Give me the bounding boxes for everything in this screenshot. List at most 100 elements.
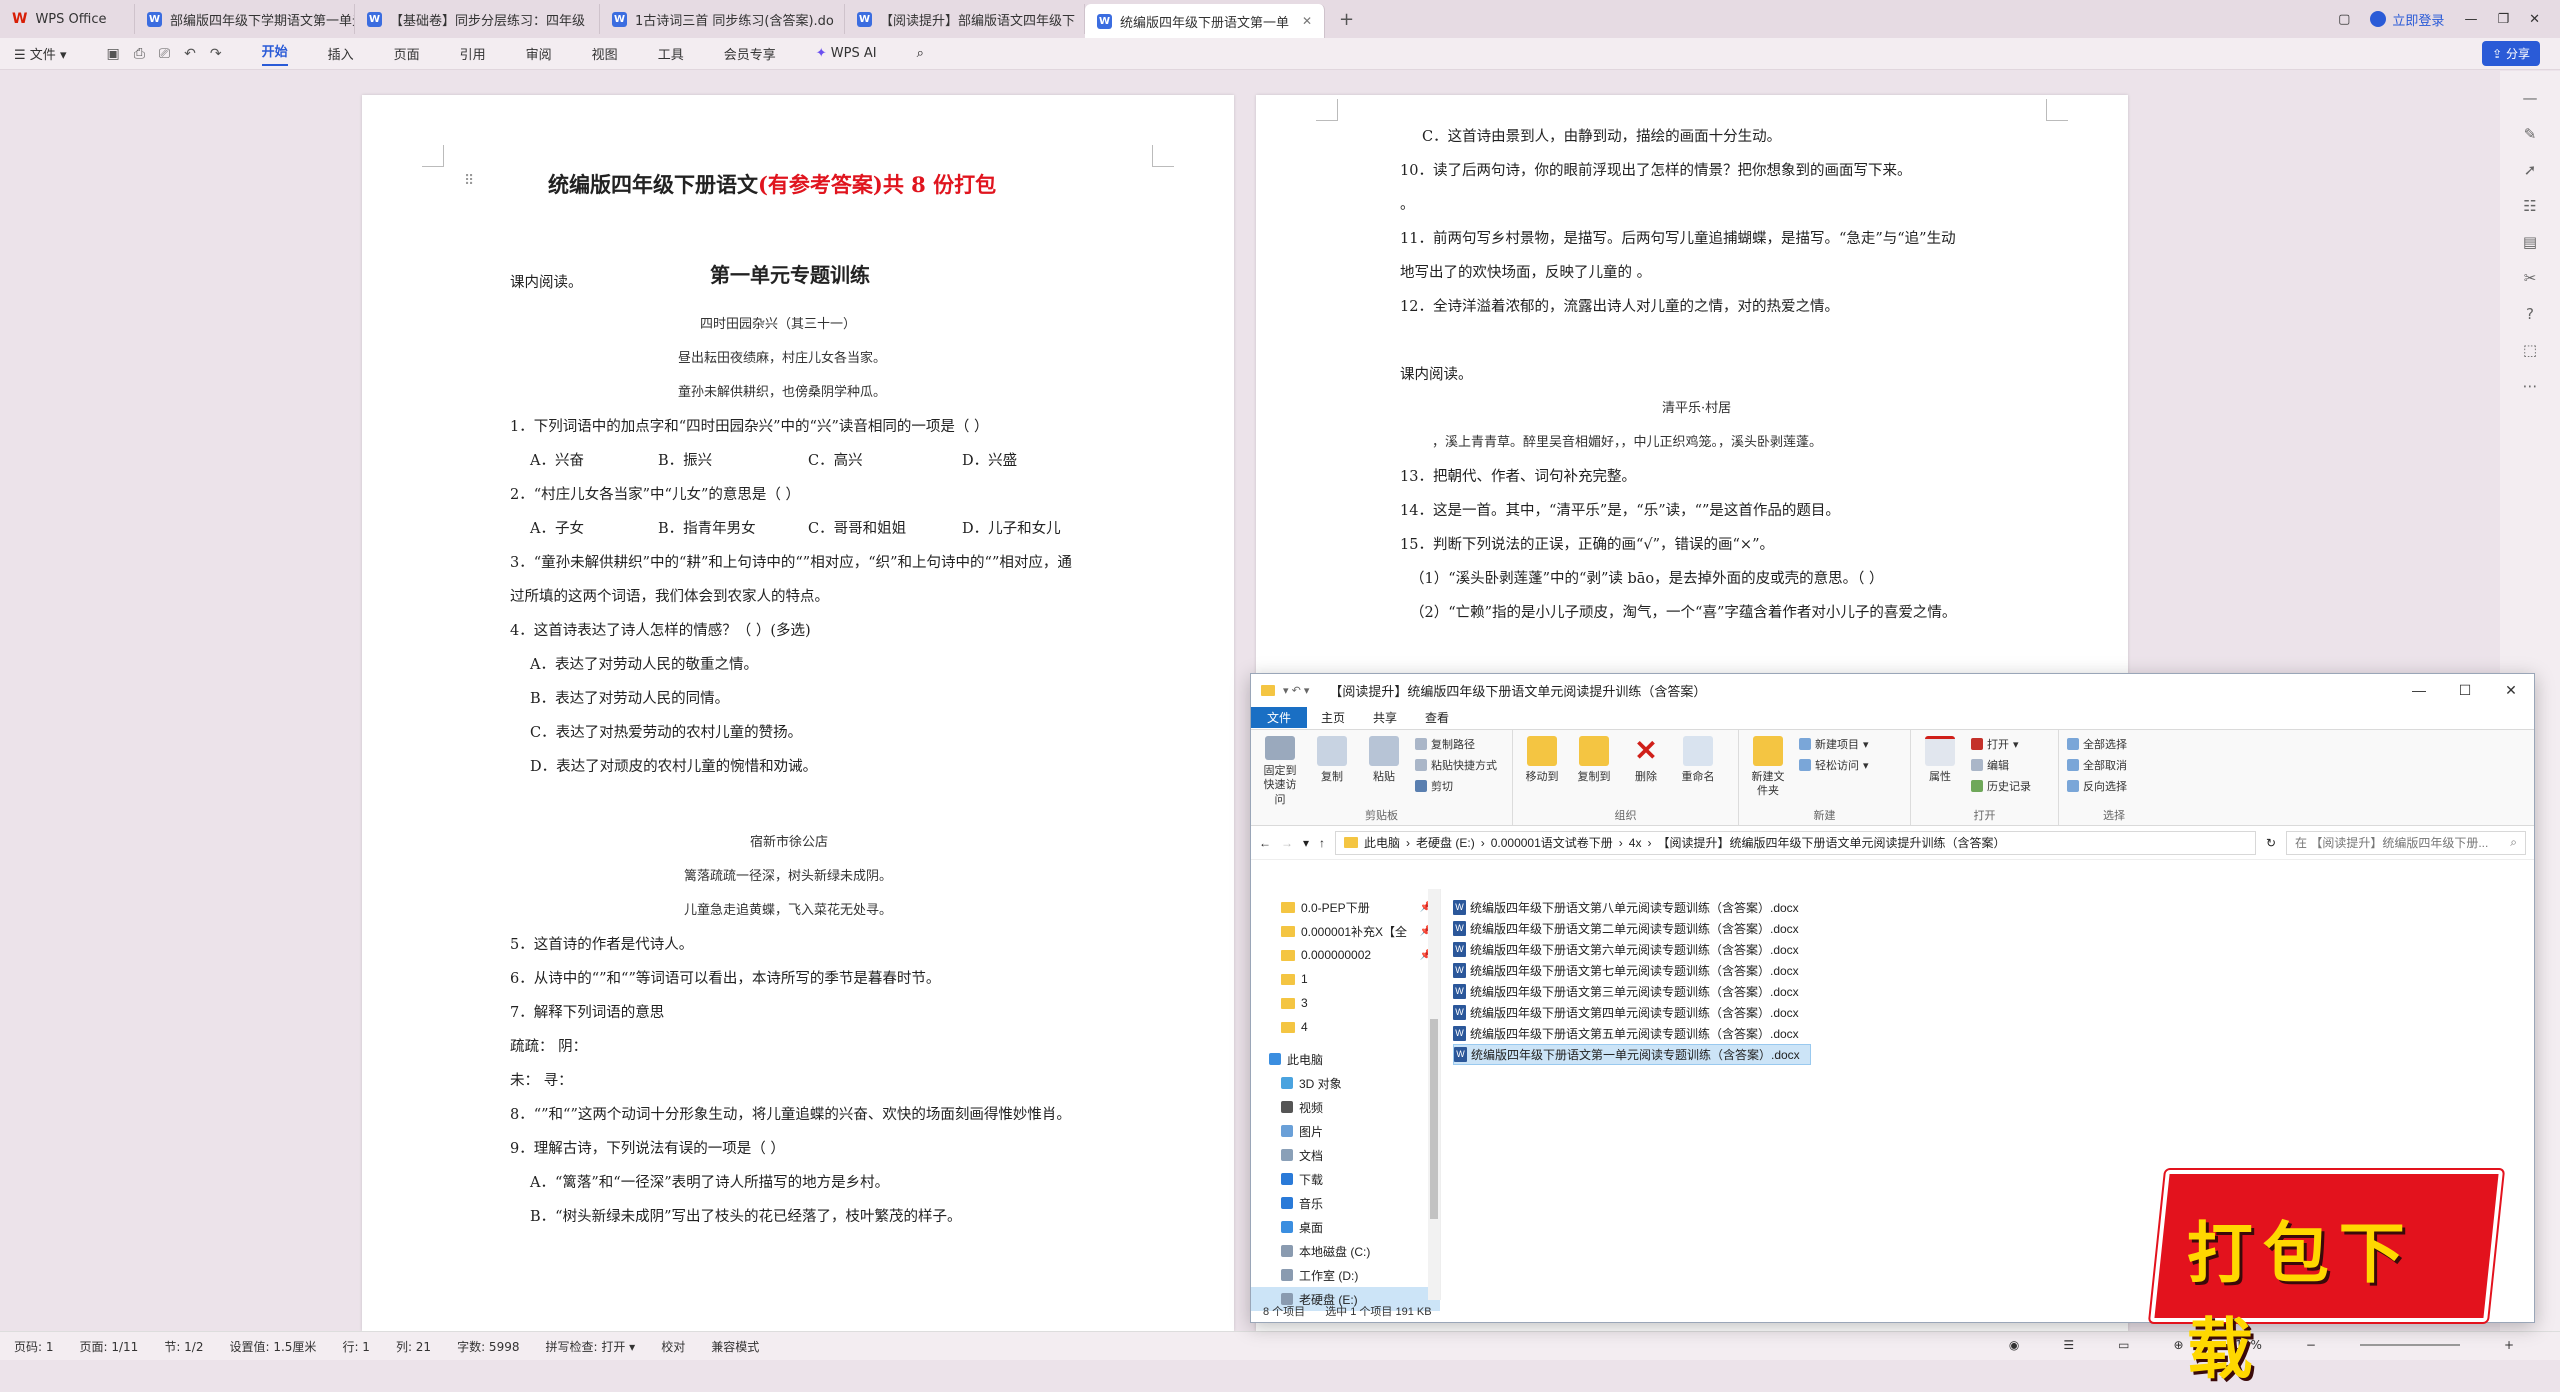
- nav-scroll-thumb[interactable]: [1430, 1019, 1438, 1219]
- open-button[interactable]: 打开 ▾: [1971, 736, 2031, 752]
- ribbon-tab-home[interactable]: 主页: [1307, 705, 1359, 730]
- share-button[interactable]: ⇪ 分享: [2482, 41, 2540, 66]
- nav-item[interactable]: 0.0-PEP下册 📌: [1251, 895, 1440, 919]
- nav-item[interactable]: 工作室 (D:): [1251, 1263, 1440, 1287]
- tab-doc-active[interactable]: W 统编版四年级下册语文第一单 ✕: [1085, 4, 1325, 38]
- paste-shortcut-button[interactable]: 粘贴快捷方式: [1415, 757, 1497, 773]
- select-all-button[interactable]: 全部选择: [2067, 736, 2127, 752]
- copy-button[interactable]: 复制: [1311, 736, 1353, 807]
- invert-selection-button[interactable]: 反向选择: [2067, 778, 2127, 794]
- copy-to-button[interactable]: 复制到: [1573, 736, 1615, 807]
- nav-item[interactable]: 3D 对象: [1251, 1071, 1440, 1095]
- move-to-button[interactable]: 移动到: [1521, 736, 1563, 807]
- rename-button[interactable]: 重命名: [1677, 736, 1719, 807]
- recent-icon[interactable]: ▾: [1303, 836, 1309, 850]
- select-none-button[interactable]: 全部取消: [2067, 757, 2127, 773]
- nav-item[interactable]: 0.000000002 📌: [1251, 943, 1440, 967]
- minimize-icon[interactable]: —: [2464, 12, 2477, 27]
- restore-icon[interactable]: ❐: [2497, 12, 2509, 27]
- page-1[interactable]: ⠿ 统编版四年级下册语文(有参考答案)共 8 份打包 第一单元专题训练 课内阅读…: [362, 95, 1234, 1331]
- sliders-icon[interactable]: ☷: [2523, 197, 2536, 215]
- layers-icon[interactable]: ▤: [2523, 233, 2537, 251]
- crumb[interactable]: 老硬盘 (E:): [1416, 834, 1475, 851]
- new-tab-icon[interactable]: +: [1339, 9, 1354, 30]
- tools-icon[interactable]: ✂: [2524, 269, 2537, 287]
- refresh-icon[interactable]: ↻: [2266, 836, 2276, 850]
- tab-doc-2[interactable]: W 【基础卷】同步分层练习：四年级: [355, 4, 600, 34]
- quick-toolbar-icon[interactable]: ▾ ↶ ▾: [1283, 684, 1309, 697]
- frame-icon[interactable]: ⬚: [2523, 341, 2537, 359]
- new-item-button[interactable]: 新建项目 ▾: [1799, 736, 1869, 752]
- status-pages[interactable]: 页面: 1/11: [80, 1338, 139, 1355]
- forward-icon[interactable]: →: [1281, 836, 1293, 850]
- nav-item[interactable]: 桌面: [1251, 1215, 1440, 1239]
- status-spell[interactable]: 拼写检查: 打开 ▾: [545, 1338, 635, 1355]
- nav-item[interactable]: 下载: [1251, 1167, 1440, 1191]
- print-icon[interactable]: ⎚: [159, 46, 170, 62]
- pointer-icon[interactable]: ➚: [2524, 161, 2537, 179]
- crumb[interactable]: 【阅读提升】统编版四年级下册语文单元阅读提升训练（含答案）: [1657, 834, 2005, 851]
- address-bar[interactable]: 此电脑 › 老硬盘 (E:) › 0.000001语文试卷下册 › 4x › 【阅读提升…: [1335, 830, 2256, 855]
- back-icon[interactable]: ←: [1259, 836, 1271, 850]
- menu-insert[interactable]: 插入: [328, 44, 354, 63]
- menu-file[interactable]: ☰ 文件 ▾: [14, 44, 66, 63]
- more-icon[interactable]: ⋯: [2523, 377, 2538, 395]
- menu-page[interactable]: 页面: [394, 44, 420, 63]
- menu-review[interactable]: 审阅: [526, 44, 552, 63]
- download-promo-banner[interactable]: 打包下载: [2147, 1168, 2506, 1388]
- explorer-minimize-icon[interactable]: —: [2396, 674, 2442, 706]
- file-item[interactable]: W 统编版四年级下册语文第五单元阅读专题训练（含答案）.docx: [1453, 1023, 2534, 1044]
- status-proof[interactable]: 校对: [661, 1338, 685, 1355]
- nav-item[interactable]: 1: [1251, 967, 1440, 991]
- page-view-icon[interactable]: ▭: [2118, 1338, 2129, 1352]
- search-icon[interactable]: ⌕: [917, 46, 924, 61]
- zoom-in-icon[interactable]: +: [2504, 1338, 2514, 1352]
- drag-handle-icon[interactable]: ⠿: [464, 173, 474, 189]
- edit-button[interactable]: 编辑: [1971, 757, 2031, 773]
- ribbon-tab-view[interactable]: 查看: [1411, 705, 1463, 730]
- menu-wps-ai[interactable]: ✦ WPS AI: [816, 46, 877, 61]
- tab-doc-4[interactable]: W 【阅读提升】部编版语文四年级下: [845, 4, 1085, 34]
- export-icon[interactable]: ⎙: [134, 46, 145, 62]
- nav-item[interactable]: 此电脑: [1251, 1047, 1440, 1071]
- file-item[interactable]: W 统编版四年级下册语文第四单元阅读专题训练（含答案）.docx: [1453, 1002, 2534, 1023]
- file-item[interactable]: W 统编版四年级下册语文第七单元阅读专题训练（含答案）.docx: [1453, 960, 2534, 981]
- paste-button[interactable]: 粘贴: [1363, 736, 1405, 807]
- copy-path-button[interactable]: 复制路径: [1415, 736, 1497, 752]
- pen-icon[interactable]: ✎: [2524, 125, 2537, 143]
- crumb[interactable]: 此电脑: [1364, 834, 1400, 851]
- crumb[interactable]: 4x: [1629, 836, 1642, 850]
- undo-icon[interactable]: ↶: [184, 46, 196, 62]
- delete-button[interactable]: ✕ 删除: [1625, 736, 1667, 807]
- pin-quick-access-button[interactable]: 固定到快速访问: [1259, 736, 1301, 807]
- explorer-maximize-icon[interactable]: ☐: [2442, 674, 2488, 706]
- minus-icon[interactable]: —: [2523, 89, 2538, 107]
- nav-item[interactable]: 3: [1251, 991, 1440, 1015]
- easy-access-button[interactable]: 轻松访问 ▾: [1799, 757, 1869, 773]
- nav-scrollbar[interactable]: [1428, 889, 1440, 1300]
- eye-icon[interactable]: ◉: [2009, 1338, 2019, 1352]
- new-folder-button[interactable]: 新建文件夹: [1747, 736, 1789, 807]
- file-item[interactable]: W 统编版四年级下册语文第八单元阅读专题训练（含答案）.docx: [1453, 897, 2534, 918]
- nav-item[interactable]: 0.000001补充X【全 📌: [1251, 919, 1440, 943]
- tab-doc-1[interactable]: W 部编版四年级下学期语文第一单元: [135, 4, 355, 34]
- up-icon[interactable]: ↑: [1319, 836, 1325, 850]
- file-item[interactable]: W 统编版四年级下册语文第六单元阅读专题训练（含答案）.docx: [1453, 939, 2534, 960]
- ribbon-tab-file[interactable]: 文件: [1251, 707, 1308, 728]
- outline-icon[interactable]: ☰: [2063, 1338, 2074, 1352]
- file-item[interactable]: W 统编版四年级下册语文第三单元阅读专题训练（含答案）.docx: [1453, 981, 2534, 1002]
- menu-reference[interactable]: 引用: [460, 44, 486, 63]
- redo-icon[interactable]: ↷: [210, 46, 222, 62]
- cut-button[interactable]: 剪切: [1415, 778, 1497, 794]
- nav-item[interactable]: 文档: [1251, 1143, 1440, 1167]
- crumb[interactable]: 0.000001语文试卷下册: [1491, 834, 1613, 851]
- search-box[interactable]: 在 【阅读提升】统编版四年级下册... ⌕: [2286, 830, 2526, 855]
- tab-doc-3[interactable]: W 1古诗词三首 同步练习(含答案).do: [600, 4, 845, 34]
- nav-item[interactable]: 本地磁盘 (C:): [1251, 1239, 1440, 1263]
- menu-view[interactable]: 视图: [592, 44, 618, 63]
- nav-item[interactable]: 视频: [1251, 1095, 1440, 1119]
- menu-home[interactable]: 开始: [261, 41, 288, 66]
- nav-item[interactable]: 图片: [1251, 1119, 1440, 1143]
- nav-item[interactable]: 4: [1251, 1015, 1440, 1039]
- explorer-close-icon[interactable]: ✕: [2488, 674, 2534, 706]
